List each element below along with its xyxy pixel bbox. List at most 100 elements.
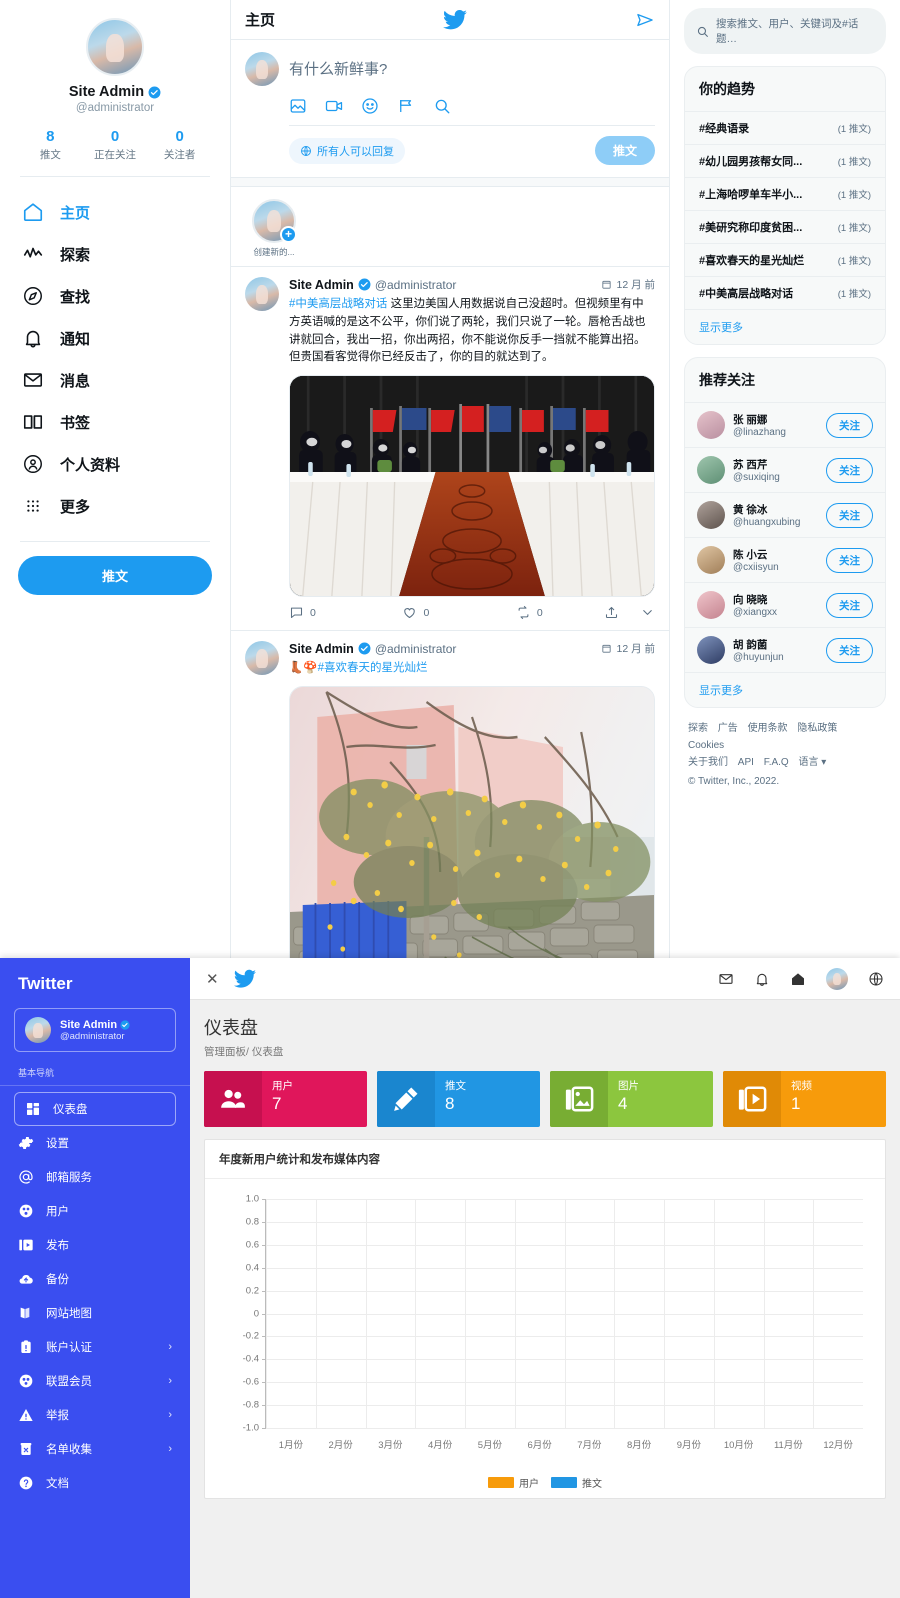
tweet-share-action[interactable] bbox=[604, 605, 640, 620]
compose-tweet-button[interactable]: 推文 bbox=[18, 556, 212, 595]
trend-item[interactable]: #上海哈啰单车半小... (1 推文) bbox=[685, 177, 885, 210]
tweet-retweet-action[interactable]: 0 bbox=[516, 605, 604, 620]
composer-input[interactable]: 有什么新鲜事? bbox=[289, 52, 655, 79]
admin-item-backup[interactable]: 备份 bbox=[0, 1262, 190, 1296]
admin-item-docs[interactable]: 文档 bbox=[0, 1466, 190, 1500]
footer-link-ads[interactable]: 广告 bbox=[718, 723, 738, 734]
admin-item-sitemap[interactable]: 网站地图 bbox=[0, 1296, 190, 1330]
admin-item-dashboard[interactable]: 仪表盘 bbox=[14, 1092, 176, 1126]
admin-item-account-verify[interactable]: 账户认证 › bbox=[0, 1330, 190, 1364]
avatar[interactable] bbox=[697, 411, 725, 439]
trend-item[interactable]: #经典语录 (1 推文) bbox=[685, 111, 885, 144]
tweet-media[interactable] bbox=[289, 375, 655, 598]
sidebar-item-bookmarks[interactable]: 书签 bbox=[18, 401, 212, 443]
badge-icon bbox=[18, 1339, 34, 1355]
admin-item-users[interactable]: 用户 bbox=[0, 1194, 190, 1228]
avatar[interactable] bbox=[697, 636, 725, 664]
footer-link-language[interactable]: 语言 ▾ bbox=[798, 757, 826, 768]
admin-user-card[interactable]: Site Admin @administrator bbox=[14, 1008, 176, 1052]
avatar[interactable] bbox=[697, 591, 725, 619]
admin-item-report[interactable]: 举报 › bbox=[0, 1398, 190, 1432]
footer-link-faq[interactable]: F.A.Q bbox=[764, 757, 789, 768]
who-to-follow-item[interactable]: 陈 小云 @cxiisyun 关注 bbox=[685, 537, 885, 582]
admin-item-settings[interactable]: 设置 bbox=[0, 1126, 190, 1160]
tweet-like-action[interactable]: 0 bbox=[402, 605, 515, 620]
stat-card-videos[interactable]: 视频 1 bbox=[723, 1071, 886, 1127]
tweet-hashtag[interactable]: #中美高层战略对话 bbox=[289, 298, 387, 310]
stat-followers[interactable]: 0 关注者 bbox=[147, 128, 212, 162]
footer-link-explore[interactable]: 探索 bbox=[688, 723, 708, 734]
footer-link-privacy[interactable]: 隐私政策 bbox=[797, 723, 837, 734]
image-icon[interactable] bbox=[289, 97, 307, 115]
avatar[interactable] bbox=[697, 501, 725, 529]
footer-link-cookies[interactable]: Cookies bbox=[688, 740, 724, 751]
who-to-follow-item[interactable]: 张 丽娜 @linazhang 关注 bbox=[685, 402, 885, 447]
stat-card-images[interactable]: 图片 4 bbox=[550, 1071, 713, 1127]
avatar[interactable] bbox=[697, 546, 725, 574]
emoji-icon[interactable] bbox=[361, 97, 379, 115]
who-to-follow-item[interactable]: 向 晓晓 @xiangxx 关注 bbox=[685, 582, 885, 627]
home-icon[interactable] bbox=[790, 971, 806, 987]
follow-button[interactable]: 关注 bbox=[826, 412, 873, 438]
admin-item-publish[interactable]: 发布 bbox=[0, 1228, 190, 1262]
stat-following[interactable]: 0 正在关注 bbox=[83, 128, 148, 162]
follow-button[interactable]: 关注 bbox=[826, 592, 873, 618]
tweet-author-avatar[interactable] bbox=[245, 277, 279, 311]
avatar[interactable] bbox=[826, 967, 848, 990]
stat-card-tweets[interactable]: 推文 8 bbox=[377, 1071, 540, 1127]
sidebar-item-messages[interactable]: 消息 bbox=[18, 359, 212, 401]
admin-item-mail-service[interactable]: 邮箱服务 bbox=[0, 1160, 190, 1194]
sidebar-item-search[interactable]: 查找 bbox=[18, 275, 212, 317]
tweet-expand-action[interactable] bbox=[640, 605, 655, 620]
who-to-follow-item[interactable]: 胡 韵菌 @huyunjun 关注 bbox=[685, 627, 885, 672]
send-icon[interactable] bbox=[635, 10, 655, 30]
admin-item-affiliate[interactable]: 联盟会员 › bbox=[0, 1364, 190, 1398]
trend-item[interactable]: #美研究称印度贫困... (1 推文) bbox=[685, 210, 885, 243]
globe-icon[interactable] bbox=[868, 971, 884, 987]
tweet-reply-action[interactable]: 0 bbox=[289, 605, 402, 620]
envelope-icon[interactable] bbox=[718, 971, 734, 987]
search-icon[interactable] bbox=[433, 97, 451, 115]
sidebar-item-notifications[interactable]: 通知 bbox=[18, 317, 212, 359]
legend-item-users[interactable]: 用户 bbox=[488, 1475, 539, 1490]
tweet-author-avatar[interactable] bbox=[245, 641, 279, 676]
poll-icon[interactable] bbox=[397, 97, 415, 115]
tweet-item[interactable]: Site Admin @administrator 12 月 前 #中美高层战略… bbox=[231, 267, 669, 632]
reply-scope-selector[interactable]: 所有人可以回复 bbox=[289, 137, 405, 164]
avatar[interactable] bbox=[697, 456, 725, 484]
video-icon[interactable] bbox=[325, 97, 343, 115]
footer-link-api[interactable]: API bbox=[738, 757, 754, 768]
follow-button[interactable]: 关注 bbox=[826, 547, 873, 573]
sidebar-item-profile[interactable]: 个人资料 bbox=[18, 443, 212, 485]
tweet-hashtag[interactable]: #喜欢春天的星光灿烂 bbox=[318, 662, 428, 674]
footer-link-about[interactable]: 关于我们 bbox=[688, 757, 728, 768]
search-bar[interactable]: 搜索推文、用户、关键词及#话题… bbox=[684, 8, 886, 54]
legend-item-tweets[interactable]: 推文 bbox=[551, 1475, 602, 1490]
follow-button[interactable]: 关注 bbox=[826, 502, 873, 528]
who-to-follow-item[interactable]: 苏 西芹 @suxiqing 关注 bbox=[685, 447, 885, 492]
sidebar-item-home[interactable]: 主页 bbox=[18, 191, 212, 233]
bell-icon[interactable] bbox=[754, 971, 770, 987]
trends-show-more-link[interactable]: 显示更多 bbox=[685, 309, 885, 344]
chart-x-tick-label: 4月份 bbox=[427, 1440, 453, 1451]
chart-gridline-v bbox=[315, 1199, 317, 1428]
submit-tweet-button[interactable]: 推文 bbox=[594, 136, 655, 165]
footer-link-terms[interactable]: 使用条款 bbox=[748, 723, 788, 734]
profile-avatar[interactable] bbox=[86, 18, 144, 76]
close-icon[interactable]: ✕ bbox=[206, 970, 219, 988]
follow-button[interactable]: 关注 bbox=[826, 637, 873, 663]
who-show-more-link[interactable]: 显示更多 bbox=[685, 672, 885, 707]
chart-gridline-v bbox=[465, 1199, 466, 1428]
who-to-follow-item[interactable]: 黄 徐冰 @huangxubing 关注 bbox=[685, 492, 885, 537]
admin-item-list-collection[interactable]: 名单收集 › bbox=[0, 1432, 190, 1466]
stat-tweets[interactable]: 8 推文 bbox=[18, 128, 83, 162]
trend-item[interactable]: #中美高层战略对话 (1 推文) bbox=[685, 276, 885, 309]
follow-button[interactable]: 关注 bbox=[826, 457, 873, 483]
search-input[interactable]: 搜索推文、用户、关键词及#话题… bbox=[716, 16, 874, 46]
fleet-create-item[interactable]: + 创建新的... bbox=[245, 199, 303, 258]
stat-card-users[interactable]: 用户 7 bbox=[204, 1071, 367, 1127]
sidebar-item-more[interactable]: 更多 bbox=[18, 485, 212, 527]
trend-item[interactable]: #喜欢春天的星光灿烂 (1 推文) bbox=[685, 243, 885, 276]
trend-item[interactable]: #幼儿园男孩帮女同... (1 推文) bbox=[685, 144, 885, 177]
sidebar-item-explore[interactable]: 探索 bbox=[18, 233, 212, 275]
